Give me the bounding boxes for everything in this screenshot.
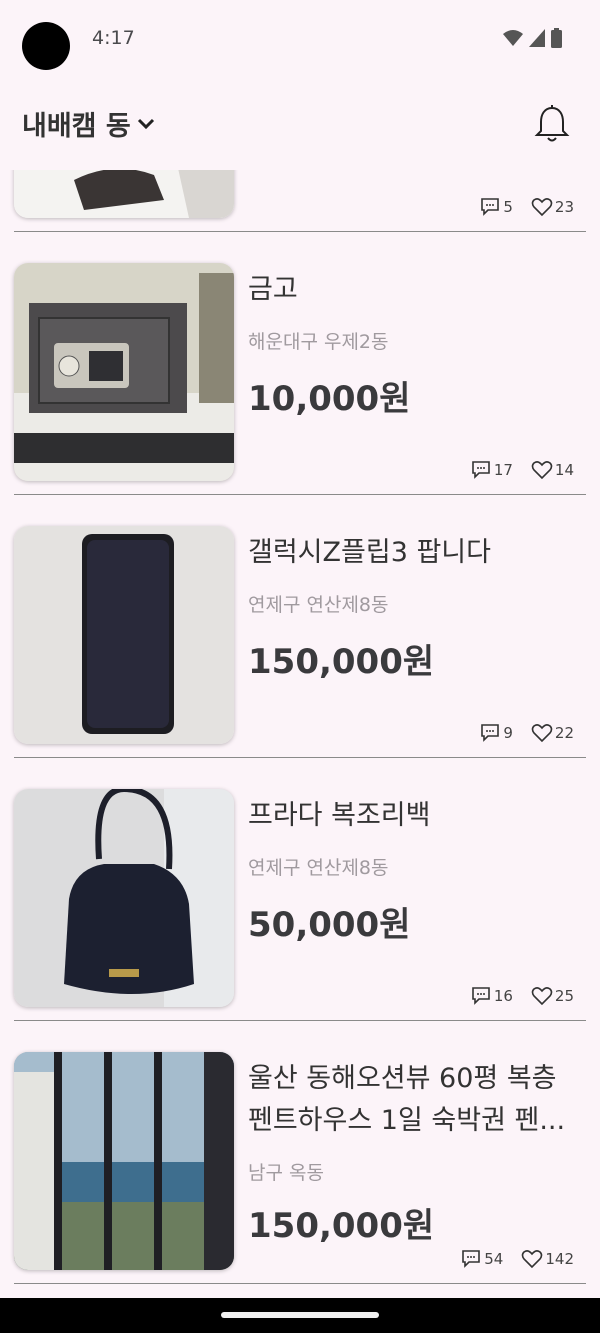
list-item[interactable]: 갤럭시Z플립3 팝니다 연제구 연산제8동 150,000원 9 22 bbox=[14, 496, 586, 758]
product-image bbox=[14, 1052, 234, 1270]
location-selector[interactable]: 내배캠 동 bbox=[22, 104, 155, 143]
cell-signal-icon bbox=[529, 29, 545, 47]
chat-icon bbox=[462, 1250, 481, 1268]
comment-count: 16 bbox=[493, 987, 513, 1005]
product-image bbox=[14, 263, 234, 481]
heart-icon bbox=[531, 724, 553, 743]
comment-count: 54 bbox=[484, 1250, 504, 1268]
item-stats: 5 23 bbox=[479, 197, 574, 217]
product-location: 연제구 연산제8동 bbox=[248, 857, 389, 879]
camera-cutout bbox=[22, 22, 70, 70]
list-item[interactable]: 금고 해운대구 우제2동 10,000원 17 14 bbox=[14, 233, 586, 495]
item-stats: 17 14 bbox=[470, 460, 574, 480]
product-title: 갤럭시Z플립3 팝니다 bbox=[248, 537, 491, 568]
product-list[interactable]: 5 23 금고 해운대구 우제2동 10,000원 17 14 갤럭시Z플립3 … bbox=[0, 170, 600, 1298]
chat-icon bbox=[472, 461, 490, 479]
list-item[interactable]: 프라다 복조리백 연제구 연산제8동 50,000원 16 25 bbox=[14, 759, 586, 1021]
product-location: 남구 옥동 bbox=[248, 1162, 324, 1184]
app-header: 내배캠 동 bbox=[0, 90, 600, 160]
status-icons bbox=[503, 28, 562, 48]
product-price: 50,000원 bbox=[248, 905, 411, 945]
heart-icon bbox=[522, 1250, 543, 1269]
like-count: 23 bbox=[554, 198, 574, 216]
chat-icon bbox=[472, 987, 490, 1005]
product-title: 울산 동해오션뷰 60평 복층 펜트하우스 1일 숙박권 펜... bbox=[248, 1063, 566, 1136]
system-nav-bar bbox=[0, 1298, 600, 1333]
product-image bbox=[14, 526, 234, 744]
product-image bbox=[14, 170, 234, 218]
home-gesture-handle[interactable] bbox=[221, 1312, 379, 1318]
item-stats: 9 22 bbox=[479, 723, 574, 743]
comment-count: 5 bbox=[503, 198, 513, 216]
chat-icon bbox=[481, 724, 500, 742]
comment-count: 17 bbox=[493, 461, 513, 479]
product-location: 해운대구 우제2동 bbox=[248, 331, 389, 353]
status-bar: 4:17 bbox=[0, 0, 600, 80]
product-price: 150,000원 bbox=[248, 642, 435, 682]
product-location: 연제구 연산제8동 bbox=[248, 594, 389, 616]
location-label: 내배캠 동 bbox=[22, 111, 131, 142]
comment-count: 9 bbox=[503, 724, 513, 742]
like-count: 22 bbox=[554, 724, 574, 742]
like-count: 14 bbox=[554, 461, 574, 479]
chevron-down-icon bbox=[137, 118, 154, 129]
product-title: 금고 bbox=[248, 274, 298, 305]
heart-icon bbox=[531, 461, 553, 480]
like-count: 142 bbox=[545, 1250, 574, 1268]
product-title: 프라다 복조리백 bbox=[248, 800, 431, 831]
heart-icon bbox=[531, 198, 553, 217]
wifi-icon bbox=[503, 30, 523, 46]
status-time: 4:17 bbox=[92, 27, 135, 49]
bell-icon bbox=[534, 105, 570, 142]
like-count: 25 bbox=[554, 987, 574, 1005]
product-image bbox=[14, 789, 234, 1007]
chat-icon bbox=[481, 198, 500, 216]
product-price: 150,000원 bbox=[248, 1206, 435, 1246]
list-item[interactable]: 울산 동해오션뷰 60평 복층 펜트하우스 1일 숙박권 펜... 남구 옥동 … bbox=[14, 1022, 586, 1284]
battery-icon bbox=[551, 28, 562, 48]
notification-button[interactable] bbox=[534, 104, 570, 144]
item-stats: 54 142 bbox=[460, 1249, 574, 1269]
list-item[interactable]: 5 23 bbox=[14, 170, 586, 232]
product-price: 10,000원 bbox=[248, 379, 411, 419]
item-stats: 16 25 bbox=[470, 986, 574, 1006]
heart-icon bbox=[531, 987, 553, 1006]
